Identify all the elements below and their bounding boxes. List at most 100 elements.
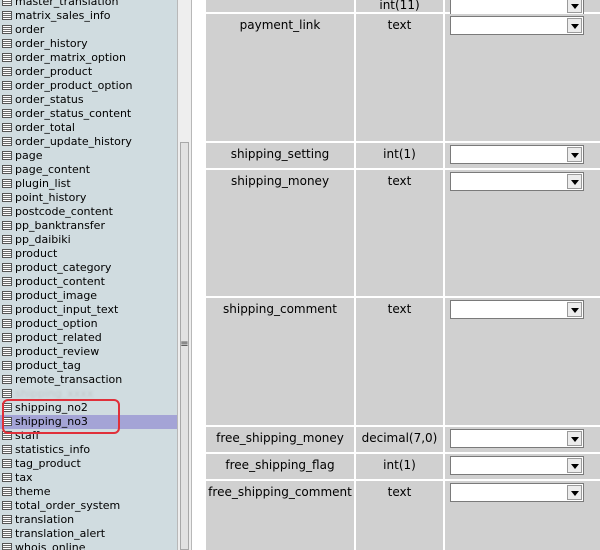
table-list-item[interactable]: page_content (0, 163, 177, 177)
table-icon (2, 403, 12, 412)
chevron-down-icon[interactable] (567, 485, 582, 500)
field-row: shipping_comment text (206, 298, 600, 425)
field-row: int(11) (206, 0, 600, 15)
table-icon (2, 11, 12, 20)
table-icon (2, 389, 12, 398)
chevron-down-icon[interactable] (567, 0, 582, 13)
table-list-item[interactable]: product_tag (0, 359, 177, 373)
table-list-item[interactable]: plugin_list (0, 177, 177, 191)
table-list-item[interactable]: statistics_info (0, 443, 177, 457)
resize-grip-icon[interactable]: ≡ (178, 340, 191, 350)
chevron-down-icon[interactable] (567, 302, 582, 317)
table-list-item[interactable]: master_translation (0, 0, 177, 9)
field-name: shipping_setting (206, 143, 354, 168)
table-icon (2, 375, 12, 384)
table-icon (2, 95, 12, 104)
chevron-down-icon[interactable] (567, 174, 582, 189)
table-list: master_translation matrix_sales_info ord… (0, 0, 177, 550)
table-list-item[interactable]: tag_product (0, 457, 177, 471)
table-icon (2, 221, 12, 230)
table-icon (2, 179, 12, 188)
table-list-item[interactable]: theme (0, 485, 177, 499)
table-icon (2, 515, 12, 524)
table-list-item[interactable]: order_update_history (0, 135, 177, 149)
table-list-item-redacted[interactable]: shipping_xxxx (0, 387, 177, 401)
table-list-item[interactable]: total_order_system (0, 499, 177, 513)
table-list-item[interactable]: product_image (0, 289, 177, 303)
field-select[interactable] (450, 300, 584, 319)
table-list-item[interactable]: point_history (0, 191, 177, 205)
table-list-item[interactable]: order_history (0, 37, 177, 51)
table-list-item[interactable]: product_category (0, 261, 177, 275)
table-list-item[interactable]: product_review (0, 345, 177, 359)
table-list-item[interactable]: product (0, 247, 177, 261)
table-icon (2, 347, 12, 356)
table-list-item[interactable]: tax (0, 471, 177, 485)
table-list-item[interactable]: remote_transaction (0, 373, 177, 387)
table-icon (2, 501, 12, 510)
field-select-cell (445, 14, 600, 141)
table-icon (2, 319, 12, 328)
field-row: shipping_money text (206, 170, 600, 296)
table-icon (2, 193, 12, 202)
table-list-item[interactable]: translation_alert (0, 527, 177, 541)
frame-divider[interactable]: ≡ (177, 0, 192, 550)
table-icon (2, 25, 12, 34)
field-select-cell (445, 143, 600, 168)
table-list-item[interactable]: matrix_sales_info (0, 9, 177, 23)
field-type: decimal(7,0) (356, 427, 443, 452)
field-select[interactable] (450, 0, 584, 15)
field-select-cell (445, 0, 600, 15)
table-list-item[interactable]: page (0, 149, 177, 163)
table-icon (2, 473, 12, 482)
field-row: free_shipping_flag int(1) (206, 454, 600, 479)
field-select[interactable] (450, 172, 584, 191)
field-name: shipping_money (206, 170, 354, 296)
table-icon (2, 39, 12, 48)
field-select[interactable] (450, 456, 584, 475)
table-list-item[interactable]: translation (0, 513, 177, 527)
table-icon (2, 277, 12, 286)
table-list-item[interactable]: order_total (0, 121, 177, 135)
field-select[interactable] (450, 483, 584, 502)
table-list-item[interactable]: product_option (0, 317, 177, 331)
table-list-item[interactable]: postcode_content (0, 205, 177, 219)
field-type: int(1) (356, 454, 443, 479)
field-type: text (356, 170, 443, 296)
field-select[interactable] (450, 145, 584, 164)
table-list-item[interactable]: whois_online (0, 541, 177, 550)
table-list-item[interactable]: order (0, 23, 177, 37)
table-list-item[interactable]: order_matrix_option (0, 51, 177, 65)
table-list-item[interactable]: product_content (0, 275, 177, 289)
field-type: text (356, 481, 443, 550)
chevron-down-icon[interactable] (567, 147, 582, 162)
table-list-item[interactable]: order_status_content (0, 107, 177, 121)
table-list-item[interactable]: pp_daibiki (0, 233, 177, 247)
field-name (206, 0, 354, 12)
chevron-down-icon[interactable] (567, 458, 582, 473)
table-list-item[interactable]: shipping_no2 (0, 401, 177, 415)
chevron-down-icon[interactable] (567, 18, 582, 33)
table-list-item[interactable]: staff (0, 429, 177, 443)
table-list-item[interactable]: pp_banktransfer (0, 219, 177, 233)
field-row: free_shipping_money decimal(7,0) (206, 427, 600, 452)
table-list-item[interactable]: product_related (0, 331, 177, 345)
table-list-item[interactable]: order_status (0, 93, 177, 107)
chevron-down-icon[interactable] (567, 431, 582, 446)
field-name: payment_link (206, 14, 354, 141)
table-list-item[interactable]: order_product_option (0, 79, 177, 93)
table-icon (2, 529, 12, 538)
field-name: free_shipping_flag (206, 454, 354, 479)
field-row: free_shipping_comment text (206, 481, 600, 550)
field-settings-panel: int(11) payment_link text shipping_setti… (192, 0, 600, 550)
table-list-item-selected[interactable]: shipping_no3 (0, 415, 177, 429)
table-list-item[interactable]: order_product (0, 65, 177, 79)
table-list-item[interactable]: product_input_text (0, 303, 177, 317)
table-icon (2, 417, 12, 426)
table-icon (2, 123, 12, 132)
table-icon (2, 235, 12, 244)
table-icon (2, 263, 12, 272)
field-select[interactable] (450, 429, 584, 448)
field-select[interactable] (450, 16, 584, 35)
field-row: payment_link text (206, 14, 600, 141)
